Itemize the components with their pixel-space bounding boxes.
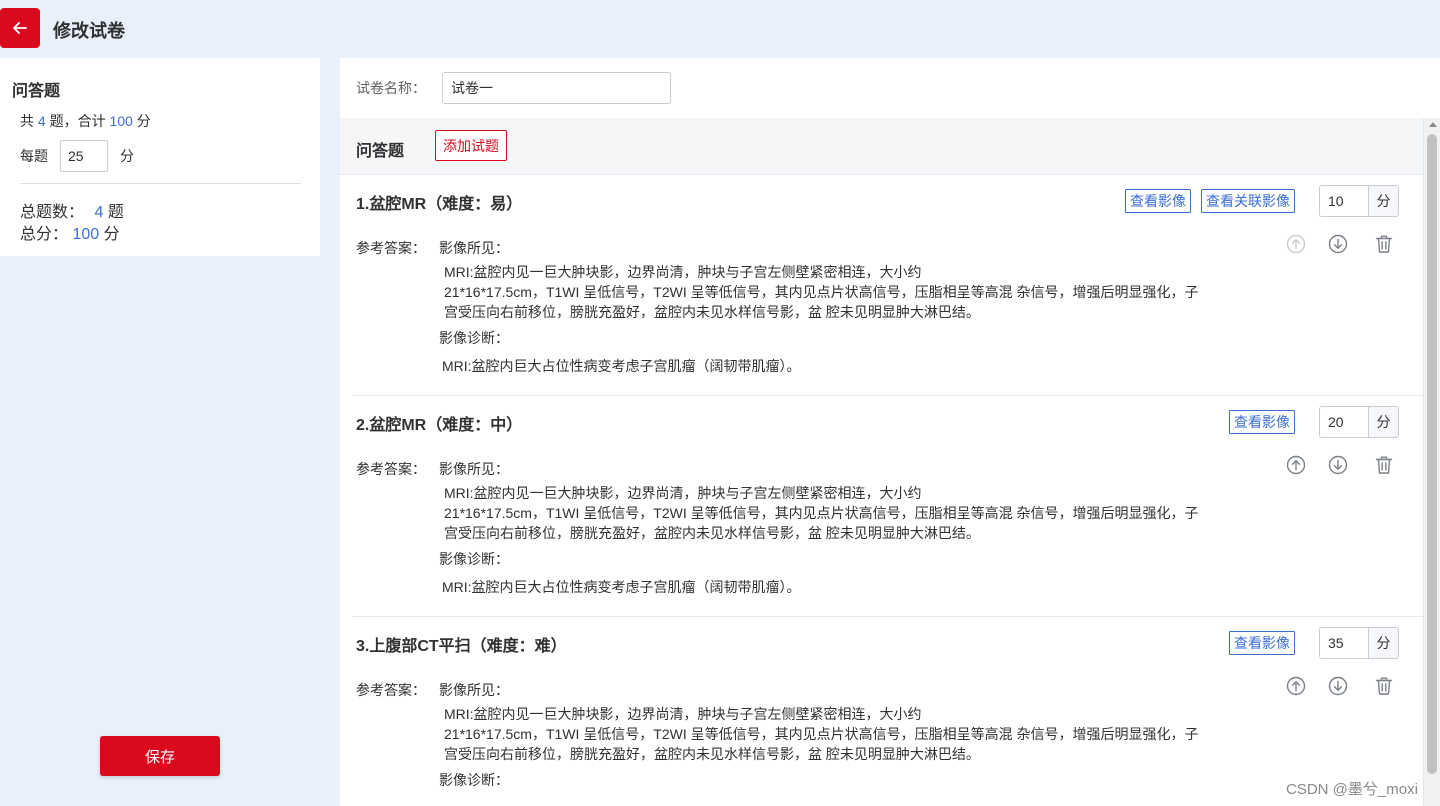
findings-text: MRI:盆腔内见一巨大肿块影，边界尚清，肿块与子宫左侧壁紧密相连，大小约 21*1… [444, 262, 1209, 322]
exam-name-label: 试卷名称： [356, 80, 426, 96]
summary-suffix: 分 [136, 113, 151, 129]
question-title: 2.盆腔MR（难度：中） [356, 417, 523, 434]
question-title: 1.盆腔MR（难度：易） [356, 196, 523, 213]
trash-icon[interactable] [1373, 675, 1395, 697]
diagnosis-heading: 影像诊断： [439, 772, 509, 788]
total-count-label: 总题数： [20, 204, 85, 221]
question-controls [1285, 454, 1395, 476]
question-controls [1285, 675, 1395, 697]
question-actions: 查看影像 分 [1229, 627, 1399, 659]
save-button[interactable]: 保存 [100, 736, 220, 776]
findings-line: 宫受压向右前移位，膀胱充盈好，盆腔内未见水样信号影，盆 腔未见明显肿大淋巴结。 [444, 525, 980, 541]
scrollbar[interactable] [1423, 118, 1440, 806]
exam-editor: 试卷名称： 问答题 添加试题 1.盆腔MR（难度：易） 查看影像查看关联影像 分… [340, 58, 1440, 806]
arrow-up-circle-icon[interactable] [1285, 675, 1307, 697]
findings-line: MRI:盆腔内见一巨大肿块影，边界尚清，肿块与子宫左侧壁紧密相连，大小约 [444, 264, 922, 280]
per-question-label: 每题 [20, 148, 48, 164]
total-score-unit: 分 [103, 226, 120, 243]
view-related-image-button[interactable]: 查看关联影像 [1201, 189, 1295, 213]
scroll-up-arrow[interactable] [1429, 122, 1437, 127]
page-title: 修改试卷 [53, 21, 125, 41]
question-score-field: 分 [1319, 406, 1399, 438]
divider [20, 183, 301, 184]
arrow-up-circle-icon[interactable] [1285, 454, 1307, 476]
answer-label: 参考答案： [356, 240, 426, 256]
diagnosis-text: MRI:盆腔内巨大占位性病变考虑子宫肌瘤（阔韧带肌瘤）。 [442, 579, 801, 595]
summary-panel: 问答题 共 4 题，合计 100 分 每题 分 总题数： 4 题 总分： 100… [0, 58, 320, 256]
section-header: 问答题 添加试题 [340, 118, 1423, 175]
top-bar: 修改试卷 [0, 0, 1440, 58]
summary-title: 问答题 [12, 83, 61, 100]
score-unit: 分 [1368, 186, 1398, 216]
question-list: 1.盆腔MR（难度：易） 查看影像查看关联影像 分 参考答案： 影像所见： MR… [352, 175, 1423, 806]
findings-text: MRI:盆腔内见一巨大肿块影，边界尚清，肿块与子宫左侧壁紧密相连，大小约 21*1… [444, 483, 1209, 543]
findings-line: MRI:盆腔内见一巨大肿块影，边界尚清，肿块与子宫左侧壁紧密相连，大小约 [444, 485, 922, 501]
add-question-button[interactable]: 添加试题 [435, 130, 507, 161]
answer-label: 参考答案： [356, 461, 426, 477]
diagnosis-heading: 影像诊断： [439, 551, 509, 567]
per-question-score-row: 每题 分 [20, 140, 134, 172]
answer-body: 影像所见： MRI:盆腔内见一巨大肿块影，边界尚清，肿块与子宫左侧壁紧密相连，大… [439, 680, 1209, 798]
exam-name-input[interactable] [442, 72, 671, 104]
findings-heading: 影像所见： [439, 461, 509, 477]
watermark: CSDN @墨兮_moxi [1286, 781, 1418, 798]
question-card: 1.盆腔MR（难度：易） 查看影像查看关联影像 分 参考答案： 影像所见： MR… [352, 175, 1423, 396]
score-unit: 分 [1368, 407, 1398, 437]
score-unit: 分 [1368, 628, 1398, 658]
question-actions: 查看影像查看关联影像 分 [1125, 185, 1399, 217]
total-score: 总分： 100 分 [20, 220, 120, 244]
total-score-value: 100 [72, 226, 100, 243]
total-count-value: 4 [94, 204, 104, 221]
answer-label: 参考答案： [356, 682, 426, 698]
question-card: 3.上腹部CT平扫（难度：难） 查看影像 分 参考答案： 影像所见： MRI:盆… [352, 617, 1423, 806]
arrow-up-circle-icon [1285, 233, 1307, 255]
summary-prefix: 共 [20, 113, 34, 129]
summary-mid: 题，合计 [49, 113, 106, 129]
findings-line: 21*16*17.5cm，T1WI 呈低信号，T2WI 呈等低信号，其内见点片状… [444, 505, 1199, 521]
answer-body: 影像所见： MRI:盆腔内见一巨大肿块影，边界尚清，肿块与子宫左侧壁紧密相连，大… [439, 459, 1209, 597]
findings-line: 宫受压向右前移位，膀胱充盈好，盆腔内未见水样信号影，盆 腔未见明显肿大淋巴结。 [444, 746, 980, 762]
question-score-field: 分 [1319, 185, 1399, 217]
total-score-label: 总分： [20, 226, 69, 243]
summary-line: 共 4 题，合计 100 分 [20, 111, 151, 131]
question-title: 3.上腹部CT平扫（难度：难） [356, 638, 567, 655]
findings-line: MRI:盆腔内见一巨大肿块影，边界尚清，肿块与子宫左侧壁紧密相连，大小约 [444, 706, 922, 722]
question-score-input[interactable] [1320, 186, 1368, 216]
total-count-unit: 题 [107, 204, 124, 221]
findings-heading: 影像所见： [439, 682, 509, 698]
question-score-input[interactable] [1320, 628, 1368, 658]
total-count: 总题数： 4 题 [20, 198, 124, 222]
diagnosis-text: MRI:盆腔内巨大占位性病变考虑子宫肌瘤（阔韧带肌瘤）。 [442, 358, 801, 374]
findings-text: MRI:盆腔内见一巨大肿块影，边界尚清，肿块与子宫左侧壁紧密相连，大小约 21*1… [444, 704, 1209, 764]
question-controls [1285, 233, 1395, 255]
question-actions: 查看影像 分 [1229, 406, 1399, 438]
scroll-thumb[interactable] [1427, 134, 1437, 774]
trash-icon[interactable] [1373, 233, 1395, 255]
findings-heading: 影像所见： [439, 240, 509, 256]
exam-name-row: 试卷名称： [356, 72, 671, 104]
summary-score: 100 [109, 113, 133, 129]
question-card: 2.盆腔MR（难度：中） 查看影像 分 参考答案： 影像所见： MRI:盆腔内见… [352, 396, 1423, 617]
question-score-input[interactable] [1320, 407, 1368, 437]
section-title: 问答题 [356, 143, 405, 160]
back-button[interactable] [0, 8, 40, 48]
arrow-down-circle-icon[interactable] [1327, 675, 1349, 697]
diagnosis-heading: 影像诊断： [439, 330, 509, 346]
arrow-down-circle-icon[interactable] [1327, 454, 1349, 476]
findings-line: 宫受压向右前移位，膀胱充盈好，盆腔内未见水样信号影，盆 腔未见明显肿大淋巴结。 [444, 304, 980, 320]
view-image-button[interactable]: 查看影像 [1229, 631, 1295, 655]
findings-line: 21*16*17.5cm，T1WI 呈低信号，T2WI 呈等低信号，其内见点片状… [444, 726, 1199, 742]
trash-icon[interactable] [1373, 454, 1395, 476]
per-question-score-input[interactable] [60, 140, 108, 172]
findings-line: 21*16*17.5cm，T1WI 呈低信号，T2WI 呈等低信号，其内见点片状… [444, 284, 1199, 300]
answer-body: 影像所见： MRI:盆腔内见一巨大肿块影，边界尚清，肿块与子宫左侧壁紧密相连，大… [439, 238, 1209, 376]
question-score-field: 分 [1319, 627, 1399, 659]
summary-count: 4 [37, 113, 46, 129]
arrow-down-circle-icon[interactable] [1327, 233, 1349, 255]
view-image-button[interactable]: 查看影像 [1229, 410, 1295, 434]
arrow-left-icon [13, 22, 27, 34]
per-question-unit: 分 [120, 148, 134, 164]
view-image-button[interactable]: 查看影像 [1125, 189, 1191, 213]
